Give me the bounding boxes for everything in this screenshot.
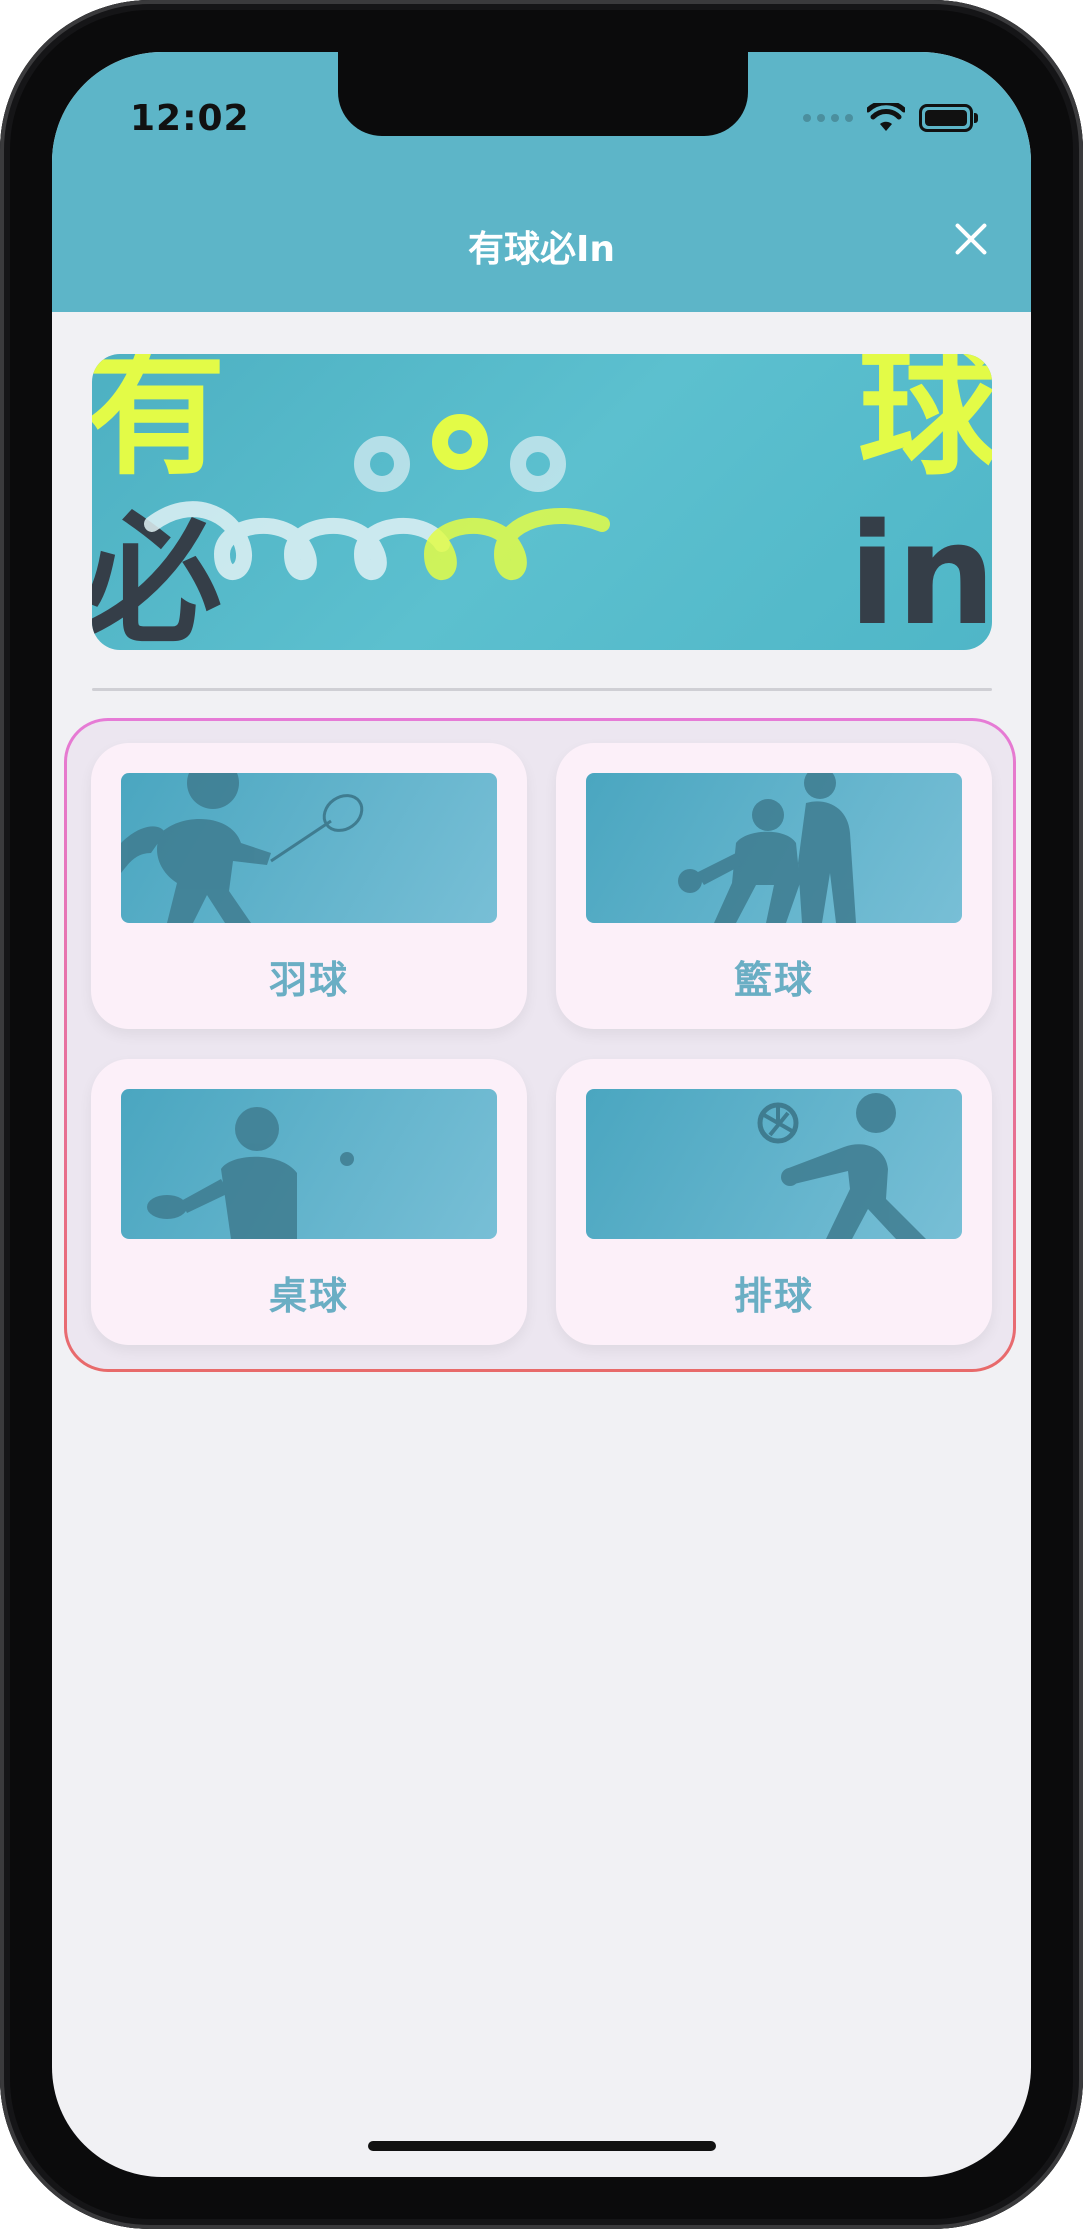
page-title: 有球必In (467, 229, 616, 270)
banner-char-qiu: 球 (857, 354, 992, 495)
sport-label: 桌球 (268, 1274, 349, 1318)
battery-icon (919, 104, 978, 132)
sport-card-volleyball[interactable]: 排球 (556, 1059, 992, 1345)
status-time: 12:02 (130, 98, 250, 139)
sport-card-table-tennis[interactable]: 桌球 (91, 1059, 527, 1345)
banner-char-in: in (848, 494, 992, 650)
nav-header: 12:02 有球必In (52, 52, 1031, 312)
badminton-player-icon (121, 773, 497, 923)
basketball-players-icon (586, 773, 962, 923)
phone-frame: 12:02 有球必In 有 必 球 in 羽球 籃球 桌球 排球 (0, 0, 1083, 2229)
divider (92, 688, 992, 691)
sport-label: 羽球 (268, 958, 349, 1002)
close-icon[interactable] (952, 220, 990, 258)
screen: 12:02 有球必In 有 必 球 in 羽球 籃球 桌球 排球 (52, 52, 1031, 2177)
banner-loops-graphic (144, 414, 610, 580)
sport-card-basketball[interactable]: 籃球 (556, 743, 992, 1029)
banner-image: 有 必 球 in (92, 354, 992, 650)
wifi-icon (867, 103, 905, 131)
sport-label: 排球 (733, 1274, 814, 1318)
sport-label: 籃球 (733, 958, 814, 1002)
table-tennis-player-icon (121, 1089, 497, 1239)
volleyball-player-icon (586, 1089, 962, 1239)
sport-card-badminton[interactable]: 羽球 (91, 743, 527, 1029)
signal-icon (803, 114, 853, 122)
status-icons (803, 98, 978, 138)
home-indicator[interactable] (368, 2141, 716, 2151)
sports-grid: 羽球 籃球 桌球 排球 (64, 718, 1016, 1372)
notch (338, 52, 748, 136)
